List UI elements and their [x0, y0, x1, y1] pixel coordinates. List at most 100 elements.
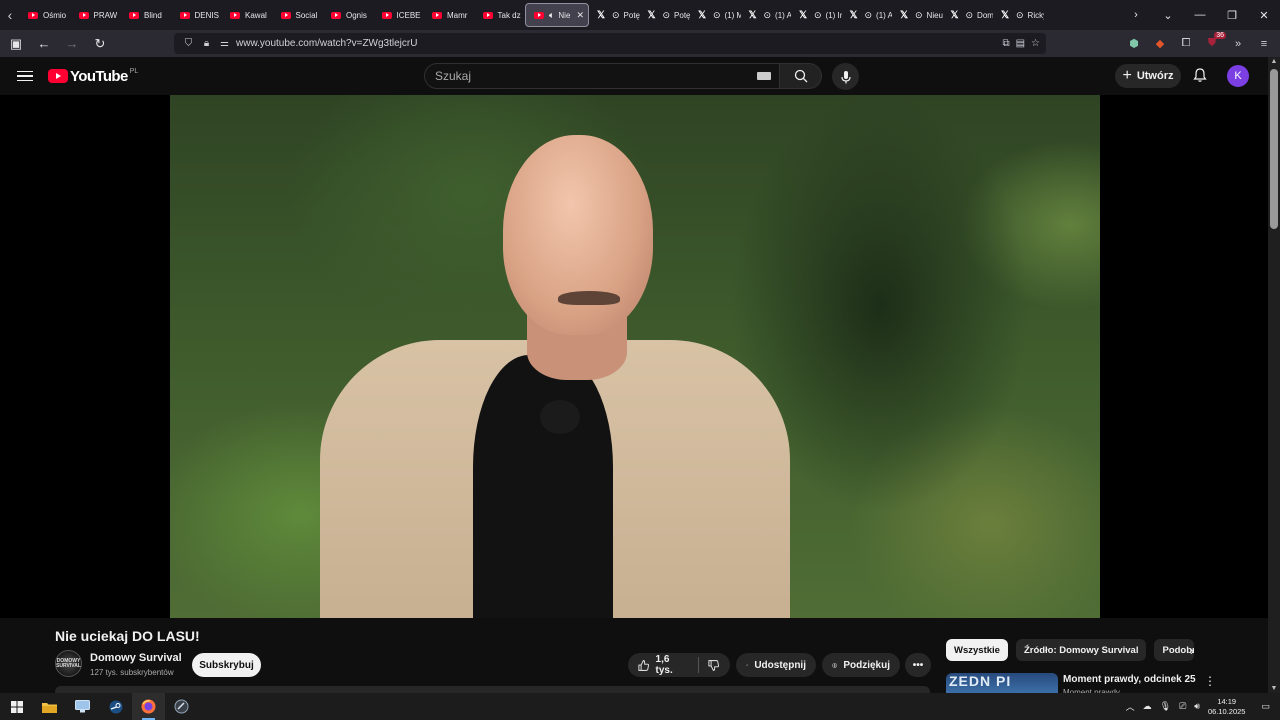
bookmark-star-icon[interactable]: ☆ — [1031, 38, 1040, 49]
system-tray: ︿ ☁ 🎙︎ ⎚ 🔊︎ 14:19 06.10.2025 ▭ — [1126, 693, 1280, 720]
windows-start-icon[interactable] — [0, 693, 33, 720]
dislike-icon[interactable] — [708, 659, 720, 672]
chips-next-icon[interactable]: › — [1190, 644, 1194, 658]
guide-menu-icon[interactable] — [17, 70, 33, 82]
tray-overflow-icon[interactable]: ︿ — [1126, 700, 1135, 713]
puzzle-extensions-icon[interactable]: ⧠ — [1178, 36, 1194, 52]
browser-tab[interactable]: 𝕏 ⊙Nieuc — [892, 3, 943, 27]
minimize-icon[interactable]: — — [1184, 0, 1216, 30]
remote-desktop-icon[interactable] — [66, 693, 99, 720]
like-count[interactable]: 1,6 tys. — [656, 654, 686, 676]
close-window-icon[interactable]: ✕ — [1248, 0, 1280, 30]
reader-view-icon[interactable]: ▤ — [1016, 38, 1025, 49]
back-icon[interactable]: ← — [32, 32, 56, 56]
app-launcher-icon[interactable] — [165, 693, 198, 720]
recommended-thumbnail[interactable]: ZEDN PI — [946, 673, 1058, 693]
x-favicon-icon: 𝕏 — [900, 9, 909, 21]
tab-scroll-left-icon[interactable]: ‹ — [0, 0, 20, 30]
channel-avatar[interactable]: DOMOWY SURVIVAL — [55, 650, 82, 677]
tab-close-icon[interactable]: ✕ — [576, 10, 584, 21]
browser-tab[interactable]: Kawal — [222, 3, 273, 27]
volume-icon[interactable]: 🔊︎ — [1194, 701, 1200, 712]
description-box[interactable] — [55, 686, 930, 693]
recommended-title[interactable]: Moment prawdy, odcinek 25 — [1063, 674, 1196, 685]
related-filter-chips: Wszystkie Źródło: Domowy Survival Podobne — [946, 639, 1195, 661]
browser-tab[interactable]: 𝕏 ⊙Potężn — [589, 3, 640, 27]
url-bar[interactable]: ⛉ 🔒︎ ⚌ www.youtube.com/watch?v=ZWg3tlejc… — [174, 33, 1046, 54]
filter-chip[interactable]: Wszystkie — [946, 639, 1008, 661]
video-frame[interactable] — [170, 95, 1100, 618]
forward-icon[interactable]: → — [60, 32, 84, 56]
tab-audio-icon[interactable]: 🔈︎ — [549, 10, 554, 21]
browser-tab[interactable]: Mamr — [424, 3, 475, 27]
page-scrollbar[interactable]: ▲ ▼ — [1268, 57, 1280, 693]
filter-chip[interactable]: Źródło: Domowy Survival — [1015, 639, 1147, 661]
search-icon — [794, 69, 807, 83]
tab-list-chevron-icon[interactable]: ⌄ — [1152, 0, 1184, 30]
browser-tab[interactable]: 𝕏 ⊙(1) Mi — [690, 3, 741, 27]
lock-icon[interactable]: 🔒︎ — [200, 38, 213, 49]
firefox-icon[interactable] — [132, 693, 165, 720]
url-text[interactable]: www.youtube.com/watch?v=ZWg3tlejcrU — [236, 38, 417, 49]
browser-tab[interactable]: Ośmio — [20, 3, 71, 27]
onedrive-icon[interactable]: ☁ — [1143, 701, 1152, 712]
recommended-menu-icon[interactable]: ⋮ — [1204, 674, 1216, 688]
youtube-favicon-icon — [28, 11, 38, 19]
voice-search-button[interactable] — [832, 63, 859, 90]
notifications-bell-icon[interactable] — [1192, 67, 1208, 83]
filter-chip[interactable]: Podobne — [1154, 639, 1195, 661]
taskbar-clock[interactable]: 14:19 06.10.2025 — [1208, 697, 1246, 717]
tracking-shield-icon[interactable]: ⛉ — [182, 38, 195, 49]
search-button[interactable] — [780, 63, 822, 89]
account-avatar[interactable]: K — [1227, 65, 1249, 87]
search-input[interactable]: Szukaj — [424, 63, 780, 89]
browser-tab[interactable]: Social — [273, 3, 324, 27]
create-button[interactable]: + Utwórz — [1115, 64, 1181, 88]
browser-tab[interactable]: 𝕏 ⊙Potężn — [640, 3, 691, 27]
permissions-icon[interactable]: ⚌ — [218, 38, 231, 49]
browser-tab[interactable]: Ognis — [323, 3, 374, 27]
browser-tab[interactable]: 𝕏 ⊙(1) Int — [791, 3, 842, 27]
share-button[interactable]: Udostępnij — [736, 653, 816, 677]
tab-title: DENIS — [194, 10, 219, 20]
browser-tab[interactable]: 🔈︎ Nie ✕ — [525, 3, 589, 27]
youtube-logo[interactable]: YouTube PL — [48, 68, 138, 85]
thanks-button[interactable]: $ Podziękuj — [822, 653, 900, 677]
browser-tab[interactable]: 𝕏 ⊙(1) Ad — [842, 3, 893, 27]
subscribe-button[interactable]: Subskrybuj — [192, 653, 261, 677]
like-icon[interactable] — [638, 659, 650, 672]
overflow-chevrons-icon[interactable]: » — [1230, 36, 1246, 52]
browser-tab[interactable]: PRAW — [71, 3, 122, 27]
ublock-extension-icon[interactable]: ⛊ 36 — [1204, 31, 1226, 52]
app-menu-icon[interactable]: ≡ — [1256, 36, 1272, 52]
steam-icon[interactable] — [99, 693, 132, 720]
channel-name[interactable]: Domowy Survival — [90, 652, 182, 664]
browser-tab[interactable]: ICEBE — [374, 3, 425, 27]
network-icon[interactable]: ⎚ — [1179, 701, 1186, 712]
browser-tab[interactable]: Blind — [121, 3, 172, 27]
browser-tab[interactable]: DENIS — [172, 3, 223, 27]
youtube-favicon-icon — [482, 11, 493, 19]
tab-scroll-right-icon[interactable]: › — [1120, 0, 1152, 30]
sidebar-toggle-icon[interactable]: ▣ — [4, 32, 28, 56]
picture-in-picture-icon[interactable]: ⧉ — [1002, 38, 1009, 49]
scroll-up-icon[interactable]: ▲ — [1270, 58, 1278, 65]
browser-tab[interactable]: 𝕏 ⊙(1) Ad — [741, 3, 792, 27]
browser-tab[interactable]: 𝕏 ⊙Ricky — [993, 3, 1044, 27]
keyboard-icon[interactable] — [757, 72, 771, 80]
reload-icon[interactable]: ↻ — [88, 32, 112, 56]
scrollbar-thumb[interactable] — [1270, 69, 1278, 229]
restore-icon[interactable]: ❐ — [1216, 0, 1248, 30]
youtube-favicon-icon — [230, 11, 240, 19]
browser-tab[interactable]: Tak dz — [475, 3, 526, 27]
browser-tab[interactable]: 𝕏 ⊙Dom L — [943, 3, 994, 27]
shield-extension-icon[interactable]: ⬢ — [1126, 36, 1142, 52]
more-actions-button[interactable]: ••• — [905, 653, 931, 677]
notifications-icon[interactable]: ▭ — [1261, 701, 1270, 712]
fox-extension-icon[interactable]: ◆ — [1152, 36, 1168, 52]
file-explorer-icon[interactable] — [33, 693, 66, 720]
video-player[interactable] — [0, 95, 1268, 618]
tab-title: (1) Ad — [876, 10, 892, 20]
scroll-down-icon[interactable]: ▼ — [1270, 685, 1278, 692]
microphone-tray-icon[interactable]: 🎙︎ — [1160, 701, 1171, 712]
